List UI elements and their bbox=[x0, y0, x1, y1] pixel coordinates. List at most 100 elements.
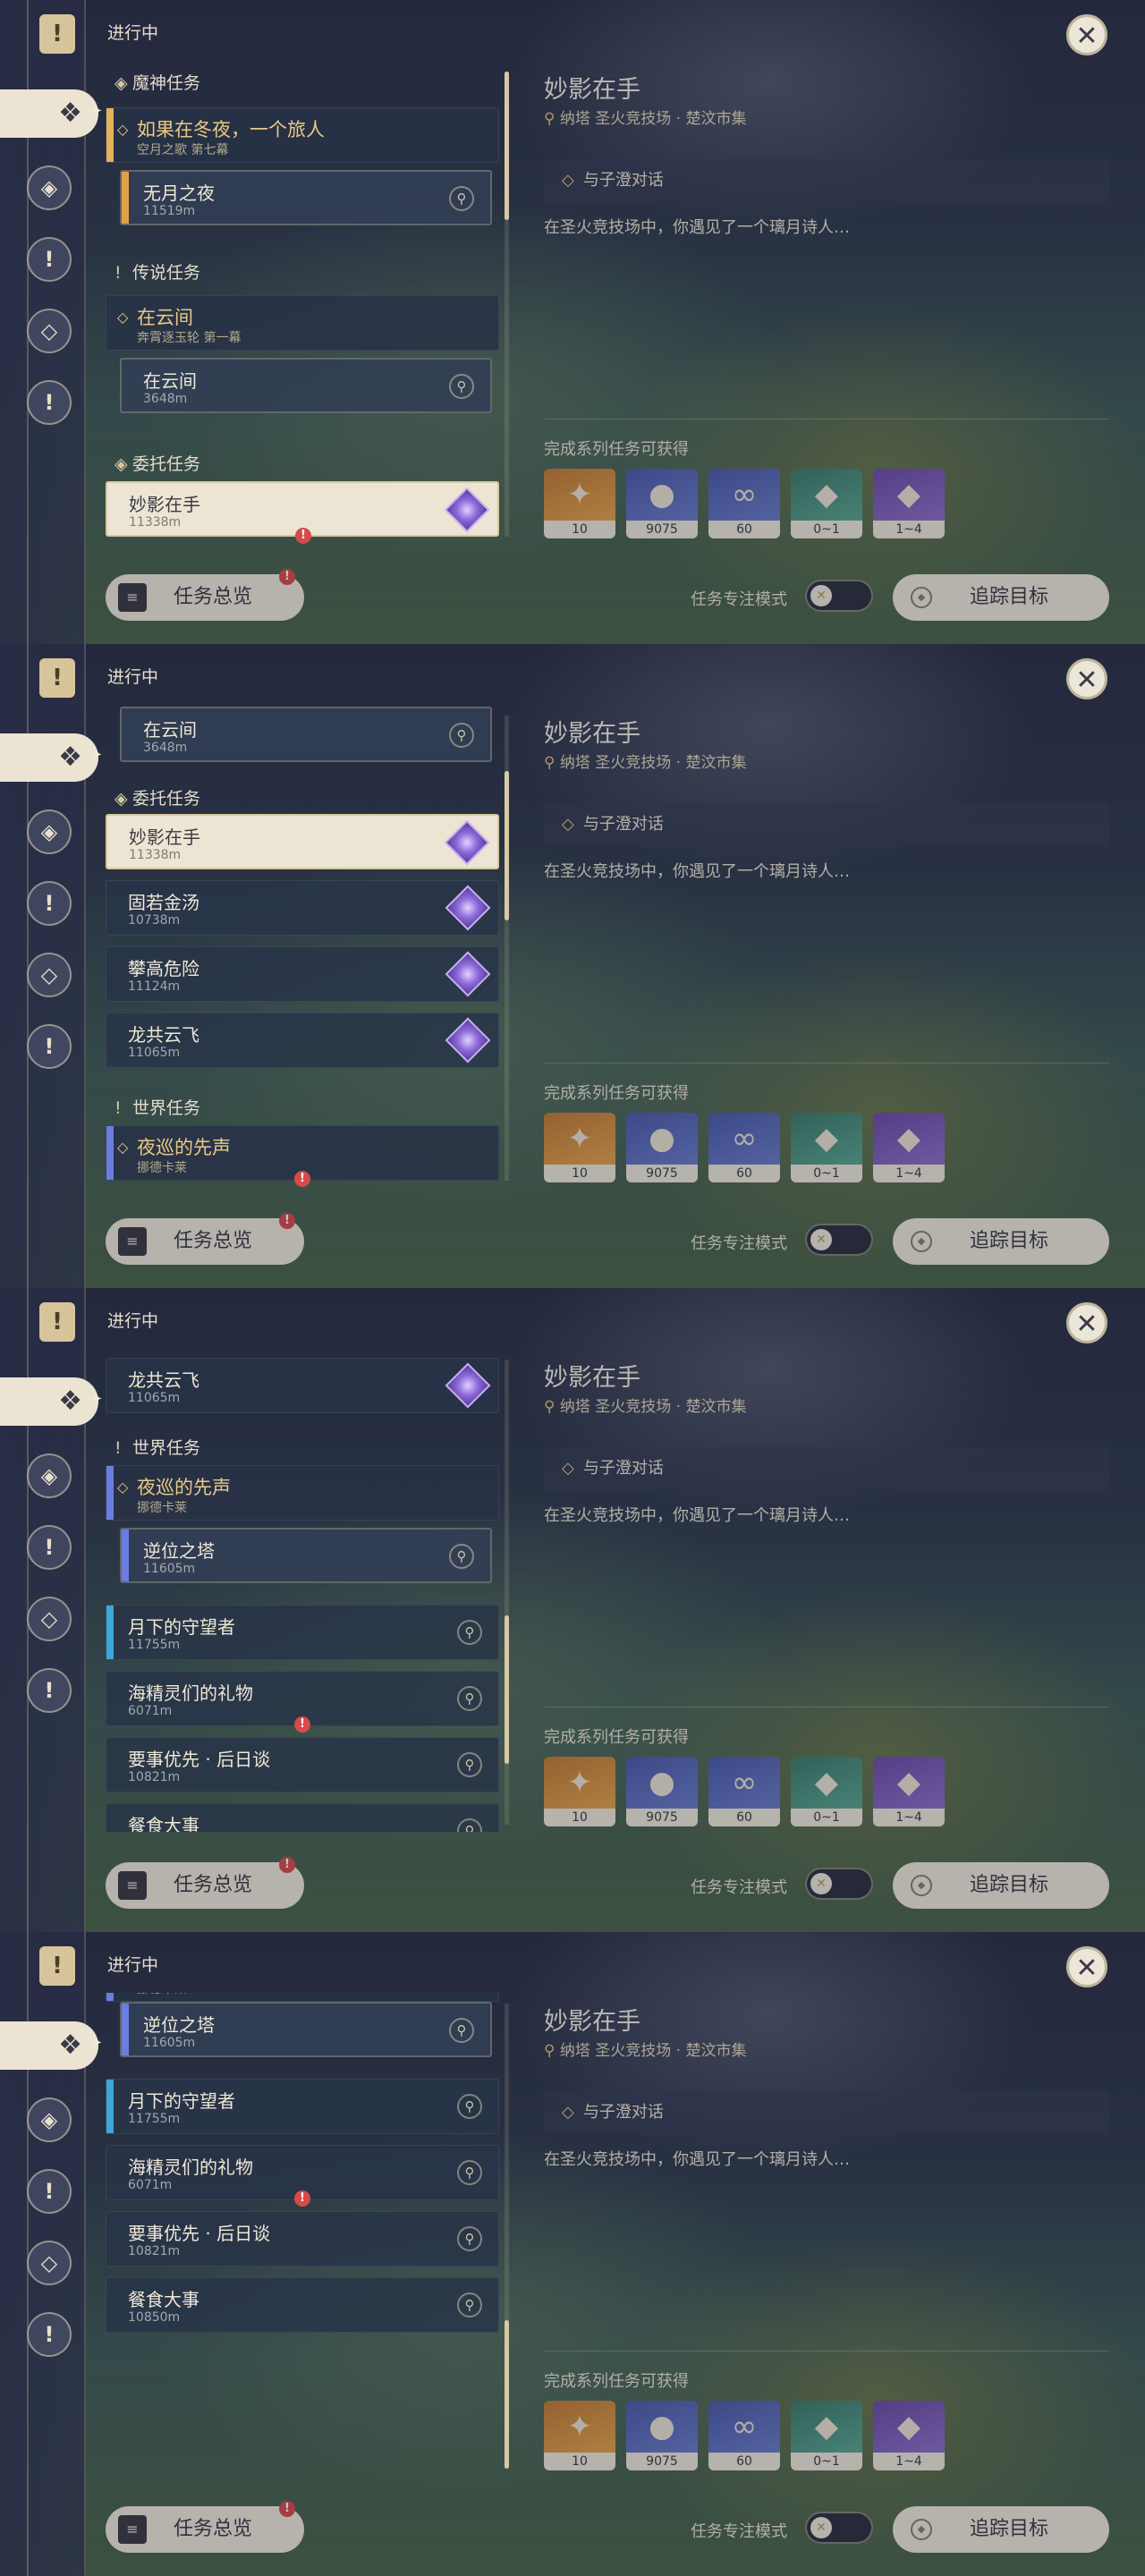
location-pin-icon[interactable]: ⚲ bbox=[457, 2292, 482, 2318]
track-objective-button[interactable]: ◆ 追踪目标 bbox=[893, 574, 1109, 621]
quest-item[interactable]: 餐食大事10850m⚲ bbox=[106, 1803, 499, 1832]
quest-overview-button[interactable]: ≡ 任务总览 bbox=[106, 2506, 304, 2553]
commission-filter-icon[interactable]: ◇ bbox=[27, 2241, 72, 2285]
location-pin-icon[interactable]: ⚲ bbox=[457, 1686, 482, 1711]
reward-item[interactable]: ● 9075 bbox=[626, 1757, 698, 1826]
quest-overview-button[interactable]: ≡ 任务总览 bbox=[106, 1218, 304, 1265]
quest-item[interactable]: ◇ 夜巡的先声 挪德卡莱! bbox=[106, 1125, 499, 1187]
filter-all-quests-button[interactable]: ❖ bbox=[0, 2021, 98, 2070]
reward-item[interactable]: ✦ 10 bbox=[544, 1113, 615, 1182]
quest-item[interactable]: 要事优先 · 后日谈 10821m ⚲ bbox=[106, 2211, 499, 2267]
location-pin-icon[interactable]: ⚲ bbox=[449, 186, 474, 211]
scrollbar-thumb[interactable] bbox=[505, 771, 509, 920]
quest-item[interactable]: 月下的守望者 11755m ⚲ bbox=[106, 1605, 499, 1660]
quest-item[interactable]: 无月之夜 11519m ⚲ bbox=[120, 170, 492, 225]
quest-list-scrollbar[interactable] bbox=[505, 2004, 509, 2469]
filter-all-quests-button[interactable]: ❖ bbox=[0, 1377, 98, 1426]
reward-item[interactable]: ∞ 60 bbox=[708, 469, 780, 538]
quest-overview-button[interactable]: ≡ 任务总览 bbox=[106, 574, 304, 621]
location-pin-icon[interactable]: ⚲ bbox=[449, 374, 474, 399]
reward-item[interactable]: ● 9075 bbox=[626, 469, 698, 538]
reward-item[interactable]: ✦ 10 bbox=[544, 469, 615, 538]
quest-item[interactable]: 海精灵们的礼物 6071m ⚲! bbox=[106, 1671, 499, 1733]
scrollbar-thumb[interactable] bbox=[505, 2319, 509, 2469]
world-quest-filter-icon[interactable]: ! bbox=[27, 380, 72, 425]
world-quest-filter-icon[interactable]: ! bbox=[27, 1668, 72, 1713]
commission-filter-icon[interactable]: ◇ bbox=[27, 309, 72, 353]
quest-item[interactable]: ◇ 如果在冬夜，一个旅人 空月之歌 第七幕 bbox=[106, 107, 499, 163]
reward-item[interactable]: ◆ 0~1 bbox=[791, 1113, 862, 1182]
archon-quest-filter-icon[interactable]: ◈ bbox=[27, 165, 72, 210]
reward-item[interactable]: ◆ 1~4 bbox=[873, 2401, 945, 2470]
quest-item[interactable]: 在云间 3648m ⚲ bbox=[120, 358, 492, 413]
quest-item[interactable]: 餐食大事10850m⚲ bbox=[106, 2277, 499, 2333]
quest-item[interactable]: ◇挪德卡莱 bbox=[106, 1993, 499, 2002]
quest-item[interactable]: 固若金汤 10738m bbox=[106, 880, 499, 936]
quest-item[interactable]: 要事优先 · 后日谈 10821m ⚲ bbox=[106, 1737, 499, 1792]
quest-item[interactable]: 妙影在手 11338m! bbox=[106, 481, 499, 544]
reward-item[interactable]: ∞ 60 bbox=[708, 2401, 780, 2470]
location-pin-icon[interactable]: ⚲ bbox=[449, 1544, 474, 1569]
reward-item[interactable]: ◆ 1~4 bbox=[873, 1113, 945, 1182]
archon-quest-filter-icon[interactable]: ◈ bbox=[27, 2097, 72, 2142]
quest-item[interactable]: 月下的守望者 11755m ⚲ bbox=[106, 2079, 499, 2134]
location-pin-icon[interactable]: ⚲ bbox=[449, 723, 474, 748]
reward-item[interactable]: ● 9075 bbox=[626, 2401, 698, 2470]
quest-item[interactable]: 在云间 3648m ⚲ bbox=[120, 707, 492, 762]
focus-mode-toggle[interactable]: ✕ bbox=[805, 1868, 873, 1900]
scrollbar-thumb[interactable] bbox=[505, 1615, 509, 1765]
close-icon[interactable]: ✕ bbox=[1066, 14, 1107, 55]
archon-quest-filter-icon[interactable]: ◈ bbox=[27, 809, 72, 854]
reward-item[interactable]: ◆ 1~4 bbox=[873, 469, 945, 538]
commission-filter-icon[interactable]: ◇ bbox=[27, 953, 72, 997]
commission-filter-icon[interactable]: ◇ bbox=[27, 1597, 72, 1641]
track-objective-button[interactable]: ◆ 追踪目标 bbox=[893, 2506, 1109, 2553]
world-quest-filter-icon[interactable]: ! bbox=[27, 2312, 72, 2357]
quest-item[interactable]: 逆位之塔 11605m ⚲ bbox=[120, 1528, 492, 1583]
reward-item[interactable]: ◆ 1~4 bbox=[873, 1757, 945, 1826]
archon-quest-filter-icon[interactable]: ◈ bbox=[27, 1453, 72, 1498]
reward-item[interactable]: ∞ 60 bbox=[708, 1113, 780, 1182]
quest-item[interactable]: 妙影在手 11338m bbox=[106, 814, 499, 869]
filter-all-quests-button[interactable]: ❖ bbox=[0, 733, 98, 782]
location-pin-icon[interactable]: ⚲ bbox=[457, 2160, 482, 2185]
focus-mode-toggle[interactable]: ✕ bbox=[805, 1224, 873, 1256]
quest-item[interactable]: 龙共云飞 11065m bbox=[106, 1358, 499, 1413]
reward-item[interactable]: ✦ 10 bbox=[544, 2401, 615, 2470]
legend-quest-filter-icon[interactable]: ! bbox=[27, 2169, 72, 2214]
world-quest-filter-icon[interactable]: ! bbox=[27, 1024, 72, 1069]
reward-item[interactable]: ◆ 0~1 bbox=[791, 2401, 862, 2470]
location-pin-icon[interactable]: ⚲ bbox=[449, 2018, 474, 2043]
location-pin-icon[interactable]: ⚲ bbox=[457, 1752, 482, 1777]
close-icon[interactable]: ✕ bbox=[1066, 658, 1107, 699]
focus-mode-toggle[interactable]: ✕ bbox=[805, 580, 873, 612]
reward-item[interactable]: ✦ 10 bbox=[544, 1757, 615, 1826]
quest-item[interactable]: 逆位之塔 11605m ⚲ bbox=[120, 2002, 492, 2057]
scrollbar-thumb[interactable] bbox=[505, 72, 509, 221]
quest-item[interactable]: 海精灵们的礼物 6071m ⚲! bbox=[106, 2145, 499, 2207]
track-objective-button[interactable]: ◆ 追踪目标 bbox=[893, 1862, 1109, 1909]
reward-item[interactable]: ∞ 60 bbox=[708, 1757, 780, 1826]
focus-mode-toggle[interactable]: ✕ bbox=[805, 2512, 873, 2544]
legend-quest-filter-icon[interactable]: ! bbox=[27, 881, 72, 926]
location-pin-icon[interactable]: ⚲ bbox=[457, 1620, 482, 1645]
quest-list-scrollbar[interactable] bbox=[505, 72, 509, 537]
quest-item[interactable]: 攀高危险 11124m bbox=[106, 946, 499, 1002]
filter-all-quests-button[interactable]: ❖ bbox=[0, 89, 98, 138]
quest-list-scrollbar[interactable] bbox=[505, 716, 509, 1181]
quest-item[interactable]: ◇ 夜巡的先声 挪德卡莱 bbox=[106, 1465, 499, 1521]
quest-list-scrollbar[interactable] bbox=[505, 1360, 509, 1825]
legend-quest-filter-icon[interactable]: ! bbox=[27, 237, 72, 282]
legend-quest-filter-icon[interactable]: ! bbox=[27, 1525, 72, 1570]
close-icon[interactable]: ✕ bbox=[1066, 1946, 1107, 1987]
location-pin-icon[interactable]: ⚲ bbox=[457, 1818, 482, 1832]
reward-item[interactable]: ● 9075 bbox=[626, 1113, 698, 1182]
reward-item[interactable]: ◆ 0~1 bbox=[791, 1757, 862, 1826]
close-icon[interactable]: ✕ bbox=[1066, 1302, 1107, 1343]
reward-item[interactable]: ◆ 0~1 bbox=[791, 469, 862, 538]
track-objective-button[interactable]: ◆ 追踪目标 bbox=[893, 1218, 1109, 1265]
location-pin-icon[interactable]: ⚲ bbox=[457, 2094, 482, 2119]
quest-item[interactable]: ◇ 在云间 奔霄逐玉轮 第一幕 bbox=[106, 295, 499, 351]
quest-item[interactable]: 龙共云飞 11065m bbox=[106, 1013, 499, 1068]
location-pin-icon[interactable]: ⚲ bbox=[457, 2226, 482, 2251]
